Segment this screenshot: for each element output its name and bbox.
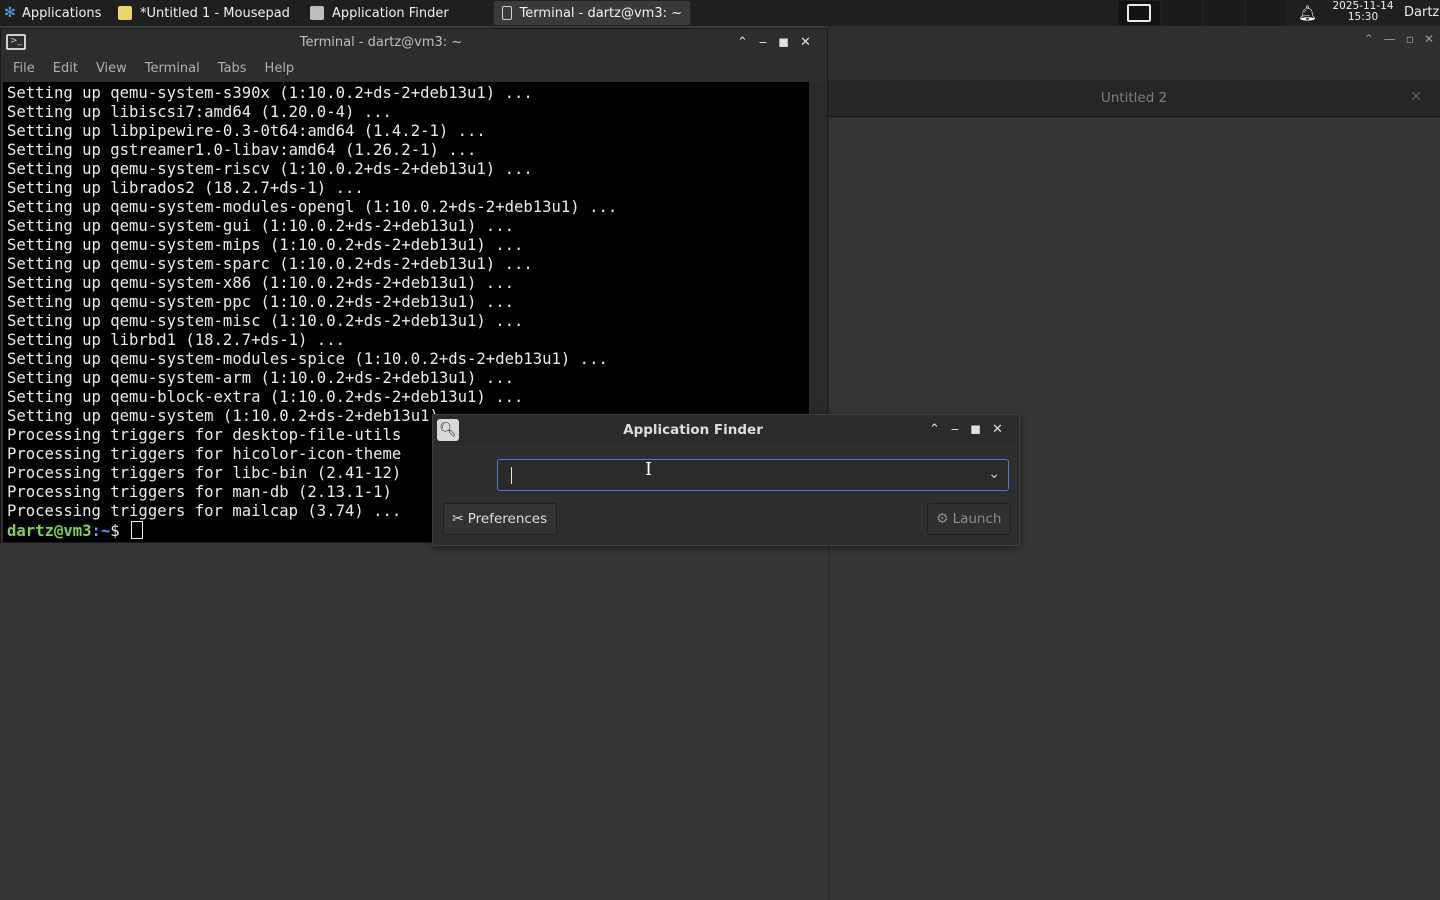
terminal-line: Setting up libiscsi7:amd64 (1.20.0-4) ..… bbox=[7, 103, 392, 121]
app-finder-window: 🔍︎ Application Finder ⌃ ‒ ◼ ✕ ⌄ ✂ Prefer… bbox=[432, 414, 1020, 546]
terminal-line: Setting up qemu-system-mips (1:10.0.2+ds… bbox=[7, 236, 524, 254]
terminal-cursor bbox=[131, 521, 144, 539]
menu-file[interactable]: File bbox=[1, 58, 41, 82]
terminal-line: Setting up qemu-system-s390x (1:10.0.2+d… bbox=[7, 84, 533, 102]
terminal-line: Setting up qemu-system-ppc (1:10.0.2+ds-… bbox=[7, 293, 514, 311]
workspace-2[interactable] bbox=[1162, 0, 1202, 26]
terminal-line: Setting up qemu-block-extra (1:10.0.2+ds… bbox=[7, 388, 524, 406]
terminal-line: Setting up qemu-system-modules-opengl (1… bbox=[7, 198, 618, 216]
taskbar-item-label: Terminal - dartz@vm3: ~ bbox=[519, 5, 682, 21]
taskbar-item-mousepad[interactable]: *Untitled 1 - Mousepad bbox=[110, 1, 300, 25]
app-search-input[interactable]: ⌄ bbox=[497, 459, 1009, 491]
prompt-user: dartz@vm3 bbox=[7, 522, 92, 540]
applications-menu-button[interactable]: ✻ Applications bbox=[0, 0, 110, 26]
shade-icon[interactable]: ⌃ bbox=[929, 422, 940, 437]
desktop-area bbox=[0, 540, 828, 900]
gear-icon: ⚙ bbox=[936, 511, 949, 527]
terminal-icon bbox=[502, 6, 512, 20]
tab-untitled-2[interactable]: Untitled 2 bbox=[828, 80, 1440, 116]
notification-bell-icon[interactable]: 🔔︎ bbox=[1298, 4, 1317, 22]
app-finder-titlebar[interactable]: 🔍︎ Application Finder ⌃ ‒ ◼ ✕ bbox=[433, 415, 1019, 445]
tab-label: Untitled 2 bbox=[1100, 90, 1168, 106]
workspace-1-icon bbox=[1127, 4, 1151, 22]
applications-menu-label: Applications bbox=[22, 5, 102, 21]
terminal-titlebar[interactable]: >_ Terminal - dartz@vm3: ~ ⌃ ‒ ◼ ✕ bbox=[1, 29, 827, 57]
xfce-logo-icon: ✻ bbox=[4, 5, 16, 21]
maximize-icon[interactable]: ◼ bbox=[778, 35, 789, 50]
terminal-line: Setting up qemu-system-misc (1:10.0.2+ds… bbox=[7, 312, 524, 330]
terminal-line: Setting up librados2 (18.2.7+ds-1) ... bbox=[7, 179, 364, 197]
menu-tabs[interactable]: Tabs bbox=[206, 58, 253, 82]
maximize-icon[interactable]: ◼ bbox=[970, 422, 981, 437]
shade-icon[interactable]: ⌃ bbox=[737, 35, 748, 50]
clock-time: 15:30 bbox=[1347, 11, 1379, 23]
workspace-4[interactable] bbox=[1246, 0, 1286, 26]
terminal-line: Setting up qemu-system-modules-spice (1:… bbox=[7, 350, 608, 368]
terminal-line: Setting up librbd1 (18.2.7+ds-1) ... bbox=[7, 331, 345, 349]
clock[interactable]: 2025-11-14 15:30 bbox=[1328, 1, 1398, 23]
search-icon bbox=[310, 6, 324, 20]
minimize-icon[interactable]: — bbox=[1384, 32, 1396, 46]
launch-button[interactable]: ⚙ Launch bbox=[927, 503, 1011, 535]
terminal-line: Setting up libpipewire-0.3-0t64:amd64 (1… bbox=[7, 122, 486, 140]
terminal-line: Setting up gstreamer1.0-libav:amd64 (1.2… bbox=[7, 141, 477, 159]
user-menu-label[interactable]: Dartz bbox=[1404, 5, 1439, 20]
terminal-window-controls: ⌃ ‒ ◼ ✕ bbox=[737, 35, 811, 50]
close-icon[interactable]: ✕ bbox=[992, 422, 1003, 437]
terminal-title: Terminal - dartz@vm3: ~ bbox=[299, 35, 463, 50]
terminal-line: Setting up qemu-system-arm (1:10.0.2+ds-… bbox=[7, 369, 514, 387]
preferences-icon: ✂ bbox=[452, 511, 464, 527]
shade-icon[interactable]: ⌃ bbox=[1364, 32, 1374, 46]
mousepad-tab-bar: Untitled 2 ✕ bbox=[828, 80, 1440, 117]
menu-view[interactable]: View bbox=[84, 58, 133, 82]
workspace-3[interactable] bbox=[1204, 0, 1244, 26]
taskbar-item-terminal[interactable]: Terminal - dartz@vm3: ~ bbox=[494, 1, 690, 25]
terminal-line: Setting up qemu-system-sparc (1:10.0.2+d… bbox=[7, 255, 533, 273]
mousepad-window-controls: ⌃ — ▫ ✕ bbox=[1364, 32, 1434, 46]
launch-label: Launch bbox=[952, 511, 1002, 527]
workspace-switcher[interactable] bbox=[1118, 1, 1160, 25]
prompt-path: :~ bbox=[91, 522, 111, 540]
terminal-line: Setting up qemu-system-gui (1:10.0.2+ds-… bbox=[7, 217, 514, 235]
mousepad-icon bbox=[118, 6, 132, 20]
terminal-line: Setting up qemu-system-x86 (1:10.0.2+ds-… bbox=[7, 274, 514, 292]
preferences-button[interactable]: ✂ Preferences bbox=[443, 503, 557, 535]
menu-help[interactable]: Help bbox=[253, 58, 301, 82]
menu-edit[interactable]: Edit bbox=[41, 58, 84, 82]
maximize-icon[interactable]: ▫ bbox=[1406, 32, 1414, 46]
text-caret bbox=[511, 467, 512, 484]
taskbar-item-label: *Untitled 1 - Mousepad bbox=[140, 5, 290, 21]
preferences-label: Preferences bbox=[467, 511, 548, 527]
taskbar-item-app-finder[interactable]: Application Finder bbox=[302, 1, 492, 25]
terminal-menubar: File Edit View Terminal Tabs Help bbox=[1, 58, 300, 82]
tab-close-icon[interactable]: ✕ bbox=[1410, 89, 1422, 105]
prompt-sign: $ bbox=[110, 522, 130, 540]
app-finder-window-controls: ⌃ ‒ ◼ ✕ bbox=[929, 422, 1003, 437]
close-icon[interactable]: ✕ bbox=[1424, 32, 1434, 46]
terminal-line: Setting up qemu-system-riscv (1:10.0.2+d… bbox=[7, 160, 533, 178]
chevron-down-icon[interactable]: ⌄ bbox=[988, 466, 1000, 482]
minimize-icon[interactable]: ‒ bbox=[759, 35, 767, 50]
top-panel: ✻ Applications *Untitled 1 - Mousepad Ap… bbox=[0, 0, 1440, 26]
close-icon[interactable]: ✕ bbox=[800, 35, 811, 50]
minimize-icon[interactable]: ‒ bbox=[951, 422, 959, 437]
taskbar-item-label: Application Finder bbox=[332, 5, 449, 21]
mouse-ibeam-cursor-icon: I bbox=[645, 459, 653, 480]
menu-terminal[interactable]: Terminal bbox=[133, 58, 206, 82]
app-finder-title: Application Finder bbox=[623, 422, 763, 438]
